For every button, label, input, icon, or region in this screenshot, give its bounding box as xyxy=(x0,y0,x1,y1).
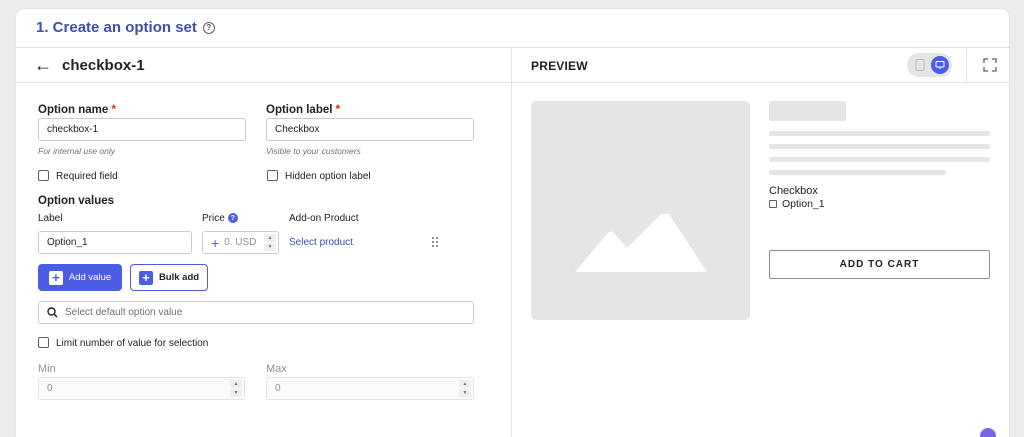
plus-icon: + xyxy=(48,270,63,285)
add-value-button[interactable]: + Add value xyxy=(38,264,122,291)
col-addon-header: Add-on Product xyxy=(289,213,359,224)
chevron-down-icon[interactable]: ▼ xyxy=(264,243,276,251)
chevron-up-icon[interactable]: ▲ xyxy=(230,380,242,388)
preview-option-label: Checkbox xyxy=(769,185,818,197)
question-circle-icon[interactable]: ? xyxy=(202,21,215,34)
max-input[interactable]: 0 ▲ ▼ xyxy=(266,377,474,400)
max-label: Max xyxy=(266,363,287,375)
hidden-option-label-checkbox[interactable] xyxy=(267,170,278,181)
chevron-up-icon[interactable]: ▲ xyxy=(459,380,471,388)
skeleton-line xyxy=(769,157,990,162)
hidden-option-label-text: Hidden option label xyxy=(285,171,371,182)
skeleton-line xyxy=(769,131,990,136)
product-image-placeholder xyxy=(531,101,750,320)
question-icon[interactable]: ? xyxy=(227,213,238,224)
price-stepper[interactable]: ▲ ▼ xyxy=(264,234,276,251)
option-name-help: For internal use only xyxy=(38,146,116,156)
search-icon xyxy=(47,307,58,318)
min-stepper[interactable]: ▲ ▼ xyxy=(230,380,242,397)
drag-handle-icon[interactable] xyxy=(431,236,439,248)
device-toggle[interactable] xyxy=(907,53,952,77)
chevron-down-icon[interactable]: ▼ xyxy=(459,389,471,397)
min-input[interactable]: 0 ▲ ▼ xyxy=(38,377,245,400)
option-values-heading: Option values xyxy=(38,195,115,207)
divider xyxy=(16,82,1009,83)
limit-selection-label: Limit number of value for selection xyxy=(56,338,209,349)
divider xyxy=(16,47,1009,48)
select-product-link[interactable]: Select product xyxy=(289,237,353,248)
divider xyxy=(966,47,967,82)
col-price-header: Price? xyxy=(202,213,238,224)
default-option-search[interactable]: Select default option value xyxy=(38,301,474,324)
section-title: 1. Create an option set ? xyxy=(36,19,215,36)
preview-option-item[interactable]: Option_1 xyxy=(769,198,825,210)
mobile-icon[interactable] xyxy=(913,58,927,72)
plus-icon: + xyxy=(138,270,153,285)
preview-title: PREVIEW xyxy=(531,59,588,73)
skeleton-title xyxy=(769,101,846,121)
chat-bubble-icon[interactable] xyxy=(980,428,996,437)
price-input[interactable]: + 0. USD ▲ ▼ xyxy=(202,231,279,254)
min-label: Min xyxy=(38,363,56,375)
bulk-add-button[interactable]: + Bulk add xyxy=(130,264,208,291)
mountain-image-icon xyxy=(575,214,707,272)
divider xyxy=(511,47,512,437)
required-field-label: Required field xyxy=(56,171,118,182)
add-to-cart-button[interactable]: ADD TO CART xyxy=(769,250,990,279)
required-field-checkbox[interactable] xyxy=(38,170,49,181)
skeleton-line xyxy=(769,144,990,149)
expand-icon[interactable] xyxy=(982,57,998,73)
chevron-up-icon[interactable]: ▲ xyxy=(264,234,276,242)
chevron-down-icon[interactable]: ▼ xyxy=(230,389,242,397)
option-label-input[interactable]: Checkbox xyxy=(266,118,474,141)
desktop-icon[interactable] xyxy=(931,56,949,74)
arrow-left-icon[interactable]: ← xyxy=(34,55,52,76)
value-label-input[interactable]: Option_1 xyxy=(38,231,192,254)
option-name-label: Option name * xyxy=(38,104,116,116)
preview-checkbox[interactable] xyxy=(769,200,777,208)
col-label-header: Label xyxy=(38,213,63,224)
option-label-label: Option label * xyxy=(266,104,341,116)
option-name-input[interactable]: checkbox-1 xyxy=(38,118,246,141)
option-set-card: 1. Create an option set ? ← checkbox-1 P… xyxy=(16,9,1009,437)
limit-selection-checkbox[interactable] xyxy=(38,337,49,348)
option-label-help: Visible to your customers xyxy=(266,146,361,156)
option-title: checkbox-1 xyxy=(62,57,145,74)
skeleton-line xyxy=(769,170,946,175)
max-stepper[interactable]: ▲ ▼ xyxy=(459,380,471,397)
